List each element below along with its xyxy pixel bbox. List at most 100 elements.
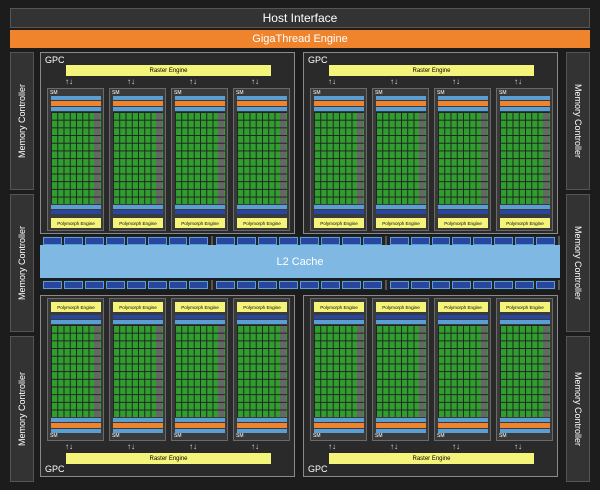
load-store-units bbox=[218, 325, 224, 417]
l2-slice bbox=[452, 281, 472, 289]
gpc: GPC Raster Engine ↑↓ ↑↓ ↑↓ ↑↓ SM Polymorph Engi… bbox=[40, 52, 295, 234]
load-store-units bbox=[543, 325, 549, 417]
l2-slice bbox=[389, 237, 409, 245]
polymorph-engine: Polymorph Engine bbox=[175, 218, 225, 228]
load-store-units bbox=[280, 112, 286, 204]
sm-label: SM bbox=[50, 433, 58, 439]
warp-scheduler bbox=[314, 423, 364, 428]
register-file bbox=[314, 107, 364, 111]
l2-slice bbox=[105, 281, 125, 289]
streaming-multiprocessor: SM Polymorph Engine bbox=[310, 88, 367, 231]
instruction-cache bbox=[113, 96, 163, 100]
up-down-arrows-icon: ↑↓ bbox=[514, 77, 522, 86]
l2-slice bbox=[168, 281, 188, 289]
warp-scheduler bbox=[51, 423, 101, 428]
load-store-units bbox=[156, 112, 162, 204]
up-down-arrows-icon: ↑↓ bbox=[328, 442, 336, 451]
l2-slice bbox=[43, 281, 62, 289]
streaming-multiprocessor: SM Polymorph Engine bbox=[171, 88, 228, 231]
register-file bbox=[500, 107, 550, 111]
warp-scheduler bbox=[113, 423, 163, 428]
interconnect bbox=[237, 205, 287, 209]
streaming-multiprocessor: Polymorph Engine SM bbox=[109, 298, 166, 441]
l2-slice bbox=[494, 237, 514, 245]
shared-memory bbox=[51, 210, 101, 214]
polymorph-engine: Polymorph Engine bbox=[500, 302, 550, 312]
l2-slice bbox=[216, 237, 236, 245]
up-down-arrows-icon: ↑↓ bbox=[127, 77, 135, 86]
load-store-units bbox=[419, 112, 425, 204]
register-file bbox=[51, 418, 101, 422]
raster-engine: Raster Engine bbox=[329, 65, 534, 76]
streaming-multiprocessor: SM Polymorph Engine bbox=[434, 88, 491, 231]
l2-slice bbox=[515, 281, 535, 289]
interconnect bbox=[376, 205, 426, 209]
load-store-units bbox=[94, 112, 100, 204]
sm-label: SM bbox=[499, 433, 507, 439]
up-down-arrows-icon: ↑↓ bbox=[251, 77, 259, 86]
register-file bbox=[376, 418, 426, 422]
l2-slice bbox=[216, 281, 236, 289]
register-file bbox=[500, 418, 550, 422]
l2-slice bbox=[410, 237, 430, 245]
up-down-arrows-icon: ↑↓ bbox=[189, 442, 197, 451]
l2-slice bbox=[279, 281, 299, 289]
l2-interconnect-bottom bbox=[40, 280, 560, 290]
register-file bbox=[113, 418, 163, 422]
register-file bbox=[438, 107, 488, 111]
sm-label: SM bbox=[437, 433, 445, 439]
interconnect bbox=[237, 320, 287, 324]
l2-slice bbox=[258, 281, 278, 289]
polymorph-engine: Polymorph Engine bbox=[376, 302, 426, 312]
polymorph-engine: Polymorph Engine bbox=[314, 218, 364, 228]
l2-slice bbox=[515, 237, 535, 245]
l2-slice bbox=[341, 237, 361, 245]
load-store-units bbox=[543, 112, 549, 204]
l2-slice bbox=[126, 281, 146, 289]
l2-slice bbox=[389, 281, 409, 289]
instruction-cache bbox=[376, 429, 426, 433]
shared-memory bbox=[500, 210, 550, 214]
up-down-arrows-icon: ↑↓ bbox=[65, 77, 73, 86]
up-down-arrows-icon: ↑↓ bbox=[127, 442, 135, 451]
polymorph-engine: Polymorph Engine bbox=[51, 302, 101, 312]
gpc-label: GPC bbox=[308, 55, 328, 65]
host-interface: Host Interface bbox=[10, 8, 590, 28]
shared-memory bbox=[376, 210, 426, 214]
memory-controller: Memory Controller bbox=[10, 52, 34, 190]
interconnect bbox=[51, 320, 101, 324]
l2-slice bbox=[63, 237, 83, 245]
streaming-multiprocessor: Polymorph Engine SM bbox=[372, 298, 429, 441]
load-store-units bbox=[280, 325, 286, 417]
l2-slice bbox=[237, 237, 257, 245]
gpc: GPC Raster Engine ↑↓ ↑↓ ↑↓ ↑↓ SM Polymorph Engi… bbox=[303, 52, 558, 234]
gpc-label: GPC bbox=[308, 464, 328, 474]
memory-controller: Memory Controller bbox=[10, 194, 34, 332]
polymorph-engine: Polymorph Engine bbox=[314, 302, 364, 312]
load-store-units bbox=[156, 325, 162, 417]
polymorph-engine: Polymorph Engine bbox=[438, 218, 488, 228]
arrows: ↑↓ ↑↓ ↑↓ ↑↓ bbox=[312, 77, 552, 87]
load-store-units bbox=[357, 325, 363, 417]
interconnect bbox=[314, 205, 364, 209]
l2-slice bbox=[63, 281, 83, 289]
instruction-cache bbox=[376, 96, 426, 100]
warp-scheduler bbox=[438, 101, 488, 106]
warp-scheduler bbox=[175, 101, 225, 106]
streaming-multiprocessor: SM Polymorph Engine bbox=[47, 88, 104, 231]
register-file bbox=[175, 418, 225, 422]
raster-engine: Raster Engine bbox=[329, 453, 534, 464]
warp-scheduler bbox=[500, 101, 550, 106]
up-down-arrows-icon: ↑↓ bbox=[452, 77, 460, 86]
l2-slice bbox=[536, 281, 556, 289]
streaming-multiprocessor: SM Polymorph Engine bbox=[109, 88, 166, 231]
warp-scheduler bbox=[113, 101, 163, 106]
sm-label: SM bbox=[236, 433, 244, 439]
l2-slice bbox=[341, 281, 361, 289]
l2-slice bbox=[300, 281, 319, 289]
polymorph-engine: Polymorph Engine bbox=[113, 302, 163, 312]
l2-slice bbox=[362, 281, 382, 289]
streaming-multiprocessor: Polymorph Engine SM bbox=[434, 298, 491, 441]
warp-scheduler bbox=[438, 423, 488, 428]
shared-memory bbox=[51, 315, 101, 319]
